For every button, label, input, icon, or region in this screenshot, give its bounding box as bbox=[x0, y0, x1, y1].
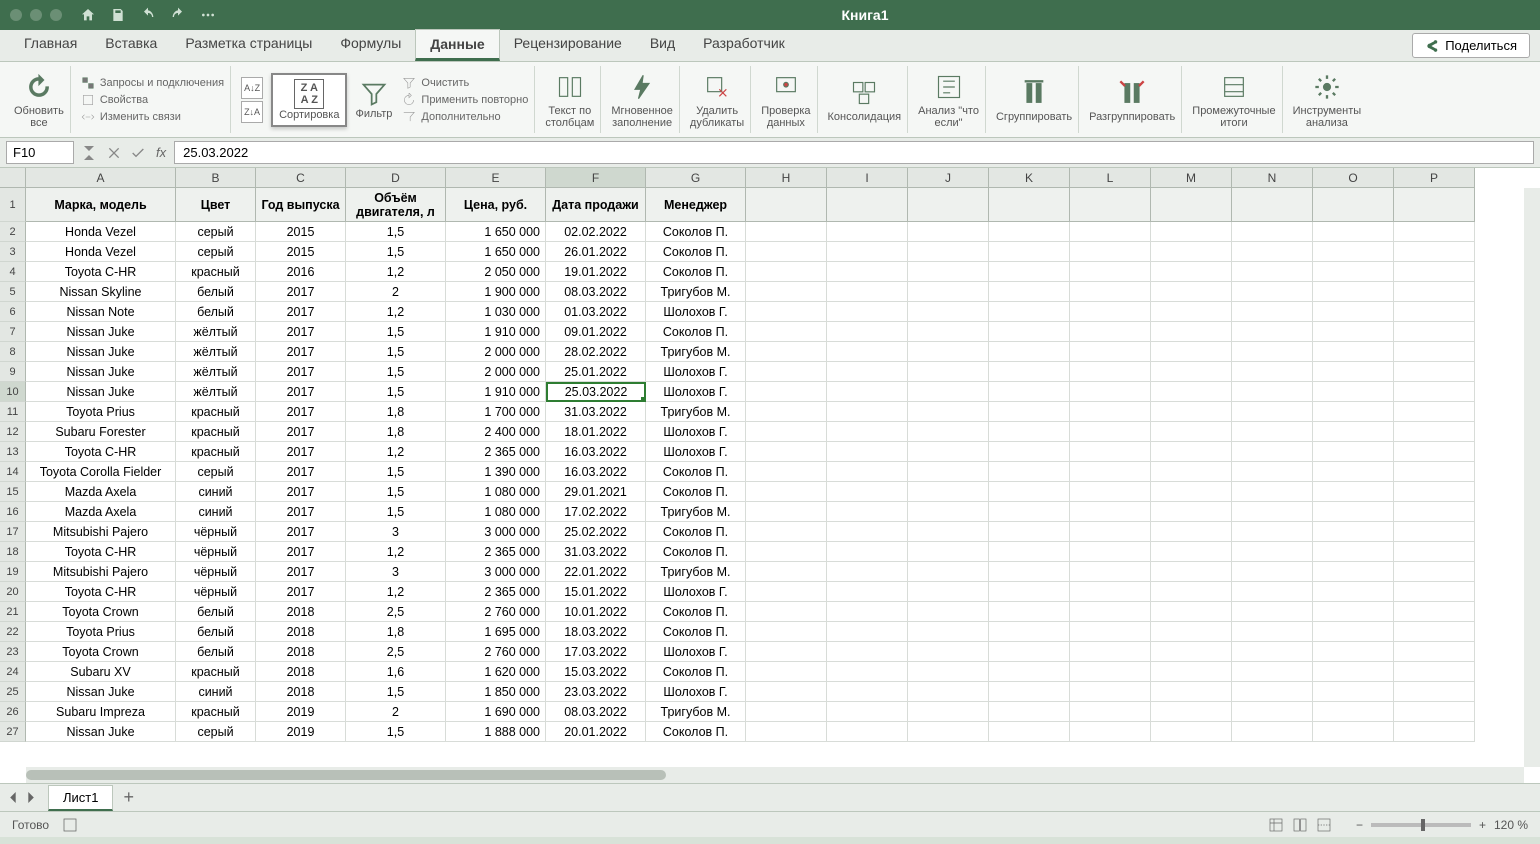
add-sheet-button[interactable]: + bbox=[123, 787, 134, 808]
zoom-in-button[interactable]: + bbox=[1479, 818, 1486, 832]
tab-формулы[interactable]: Формулы bbox=[326, 29, 415, 61]
tab-главная[interactable]: Главная bbox=[10, 29, 91, 61]
page-layout-icon[interactable] bbox=[1292, 817, 1308, 833]
save-icon[interactable] bbox=[110, 7, 126, 23]
formula-input[interactable]: 25.03.2022 bbox=[174, 141, 1534, 164]
confirm-icon[interactable] bbox=[130, 145, 146, 161]
text-to-columns-button[interactable]: Текст по столбцам bbox=[539, 66, 601, 133]
sort-filter-group: A↓Z Z↓A Z AA Z Сортировка Фильтр Очистит… bbox=[235, 66, 535, 133]
undo-icon[interactable] bbox=[140, 7, 156, 23]
reapply-button[interactable]: Применить повторно bbox=[402, 93, 528, 107]
properties-button[interactable]: Свойства bbox=[81, 93, 224, 107]
column-headers[interactable]: ABCDEFGHIJKLMNOP bbox=[26, 168, 1475, 188]
macro-icon[interactable] bbox=[61, 816, 79, 834]
spreadsheet-grid[interactable]: ABCDEFGHIJKLMNOP 12345678910111213141516… bbox=[0, 168, 1540, 783]
tab-разработчик[interactable]: Разработчик bbox=[689, 29, 799, 61]
vertical-scrollbar[interactable] bbox=[1524, 188, 1540, 767]
namebox-dropdown-icon[interactable] bbox=[84, 146, 94, 160]
home-icon[interactable] bbox=[80, 7, 96, 23]
tab-вставка[interactable]: Вставка bbox=[91, 29, 171, 61]
normal-view-icon[interactable] bbox=[1268, 817, 1284, 833]
more-icon[interactable] bbox=[200, 7, 216, 23]
sheet-tab-bar: Лист1 + bbox=[0, 783, 1540, 811]
advanced-filter-button[interactable]: Дополнительно bbox=[402, 110, 528, 124]
fx-label[interactable]: fx bbox=[156, 145, 166, 160]
status-text: Готово bbox=[12, 818, 49, 832]
zoom-slider[interactable] bbox=[1371, 823, 1471, 827]
group-button[interactable]: Сгруппировать bbox=[990, 66, 1079, 133]
document-title: Книга1 bbox=[216, 7, 1514, 23]
ribbon-tabs: ГлавнаяВставкаРазметка страницыФормулыДа… bbox=[0, 30, 1540, 62]
sheet-next-icon[interactable] bbox=[25, 792, 36, 803]
queries-button[interactable]: Запросы и подключения bbox=[81, 76, 224, 90]
edit-links-button[interactable]: Изменить связи bbox=[81, 110, 224, 124]
refresh-all-button[interactable]: Обновить все bbox=[8, 66, 71, 133]
data-validation-button[interactable]: Проверка данных bbox=[755, 66, 817, 133]
tab-данные[interactable]: Данные bbox=[415, 29, 499, 61]
window-controls[interactable] bbox=[10, 9, 62, 21]
sheet-prev-icon[interactable] bbox=[8, 792, 19, 803]
connections-group: Запросы и подключения Свойства Изменить … bbox=[75, 66, 231, 133]
flash-fill-button[interactable]: Мгновенное заполнение bbox=[605, 66, 680, 133]
row-headers[interactable]: 1234567891011121314151617181920212223242… bbox=[0, 188, 26, 742]
zoom-level[interactable]: 120 % bbox=[1494, 818, 1528, 832]
analysis-tools-button[interactable]: Инструменты анализа bbox=[1287, 66, 1368, 133]
ungroup-button[interactable]: Разгруппировать bbox=[1083, 66, 1182, 133]
ribbon: Обновить все Запросы и подключения Свойс… bbox=[0, 62, 1540, 138]
tab-разметка страницы[interactable]: Разметка страницы bbox=[171, 29, 326, 61]
quick-access[interactable] bbox=[80, 7, 216, 23]
formula-bar: F10 fx 25.03.2022 bbox=[0, 138, 1540, 168]
sort-desc-button[interactable]: Z↓A bbox=[241, 101, 263, 123]
redo-icon[interactable] bbox=[170, 7, 186, 23]
consolidate-button[interactable]: Консолидация bbox=[822, 66, 909, 133]
sort-asc-button[interactable]: A↓Z bbox=[241, 77, 263, 99]
cancel-icon[interactable] bbox=[106, 145, 122, 161]
page-break-icon[interactable] bbox=[1316, 817, 1332, 833]
titlebar: Книга1 bbox=[0, 0, 1540, 30]
horizontal-scrollbar[interactable] bbox=[26, 767, 1524, 783]
zoom-out-button[interactable]: − bbox=[1356, 818, 1363, 832]
tab-рецензирование[interactable]: Рецензирование bbox=[500, 29, 636, 61]
sheet-tab[interactable]: Лист1 bbox=[48, 785, 113, 811]
what-if-button[interactable]: Анализ "что если" bbox=[912, 66, 986, 133]
subtotal-button[interactable]: Промежуточные итоги bbox=[1186, 66, 1282, 133]
remove-duplicates-button[interactable]: Удалить дубликаты bbox=[684, 66, 751, 133]
name-box[interactable]: F10 bbox=[6, 141, 74, 164]
tab-вид[interactable]: Вид bbox=[636, 29, 689, 61]
select-all-corner[interactable] bbox=[0, 168, 26, 188]
status-bar: Готово − + 120 % bbox=[0, 811, 1540, 837]
filter-button[interactable]: Фильтр bbox=[355, 80, 392, 120]
sort-button[interactable]: Z AA Z Сортировка bbox=[271, 73, 347, 127]
clear-filter-button[interactable]: Очистить bbox=[402, 76, 528, 90]
share-button[interactable]: Поделиться bbox=[1412, 33, 1530, 58]
